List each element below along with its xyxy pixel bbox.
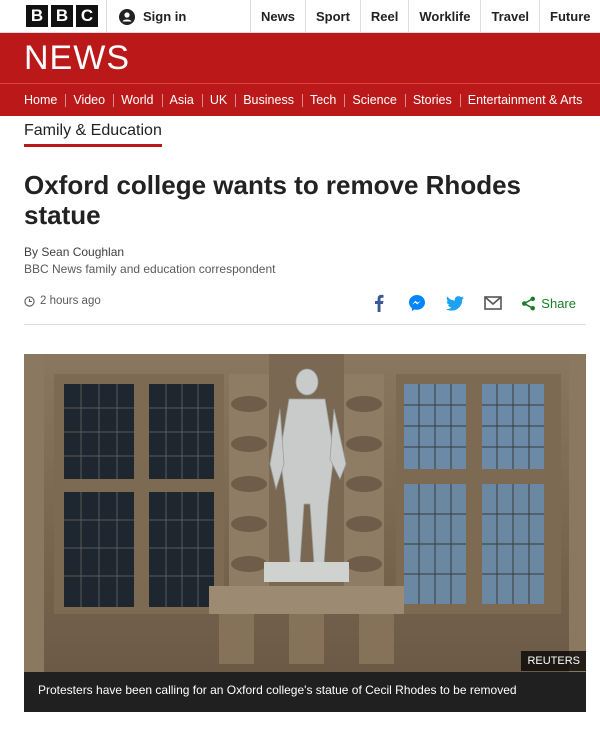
email-icon[interactable]	[483, 293, 503, 313]
section-nav-asia[interactable]: Asia	[161, 84, 202, 116]
bbc-logo[interactable]: B B C	[26, 5, 98, 27]
sign-in-link[interactable]: Sign in	[106, 0, 186, 33]
article-meta: 2 hours ago Share	[24, 285, 586, 325]
section-nav-tech[interactable]: Tech	[301, 84, 344, 116]
section-nav-home[interactable]: Home	[0, 84, 65, 116]
user-icon	[119, 8, 135, 25]
bbc-top-bar: B B C Sign in News Sport Reel Worklife T…	[0, 0, 600, 33]
bbc-logo-letter: B	[51, 5, 73, 27]
section-nav-uk[interactable]: UK	[201, 84, 235, 116]
article-image: REUTERS	[24, 354, 586, 672]
section-nav-world[interactable]: World	[113, 84, 161, 116]
top-nav-future[interactable]: Future	[539, 0, 600, 33]
top-nav: News Sport Reel Worklife Travel Future	[250, 0, 600, 33]
section-nav-entertainment[interactable]: Entertainment & Arts	[459, 84, 591, 116]
news-header: NEWS	[0, 33, 600, 83]
section-nav-science[interactable]: Science	[344, 84, 404, 116]
top-nav-travel[interactable]: Travel	[480, 0, 539, 33]
author-role: BBC News family and education correspond…	[24, 262, 276, 276]
rhodes-statue-photo	[24, 354, 586, 672]
timestamp-text: 2 hours ago	[40, 295, 101, 307]
share-icon	[522, 296, 536, 310]
clock-icon	[24, 295, 35, 307]
author-name: By Sean Coughlan	[24, 245, 125, 259]
share-button[interactable]: Share	[521, 296, 576, 311]
share-tools: Share	[351, 293, 576, 313]
bbc-logo-letter: C	[76, 5, 98, 27]
top-nav-reel[interactable]: Reel	[359, 0, 408, 33]
image-credit: REUTERS	[521, 651, 586, 671]
section-nav: Home Video World Asia UK Business Tech Science S…	[0, 83, 600, 116]
image-caption: Protesters have been calling for an Oxfo…	[24, 672, 586, 712]
news-logo[interactable]: NEWS	[24, 39, 130, 78]
top-nav-sport[interactable]: Sport	[304, 0, 360, 33]
section-nav-video[interactable]: Video	[65, 84, 113, 116]
top-nav-worklife[interactable]: Worklife	[408, 0, 480, 33]
share-label: Share	[541, 295, 576, 311]
messenger-icon[interactable]	[407, 293, 427, 313]
article-headline: Oxford college wants to remove Rhodes st…	[24, 170, 521, 230]
section-nav-business[interactable]: Business	[235, 84, 302, 116]
section-label[interactable]: Family & Education	[24, 122, 162, 147]
section-nav-stories[interactable]: Stories	[404, 84, 460, 116]
twitter-icon[interactable]	[445, 293, 465, 313]
bbc-logo-letter: B	[26, 5, 48, 27]
facebook-icon[interactable]	[369, 293, 389, 313]
sign-in-label: Sign in	[143, 9, 187, 24]
timestamp: 2 hours ago	[24, 295, 101, 307]
top-nav-news[interactable]: News	[250, 0, 305, 33]
